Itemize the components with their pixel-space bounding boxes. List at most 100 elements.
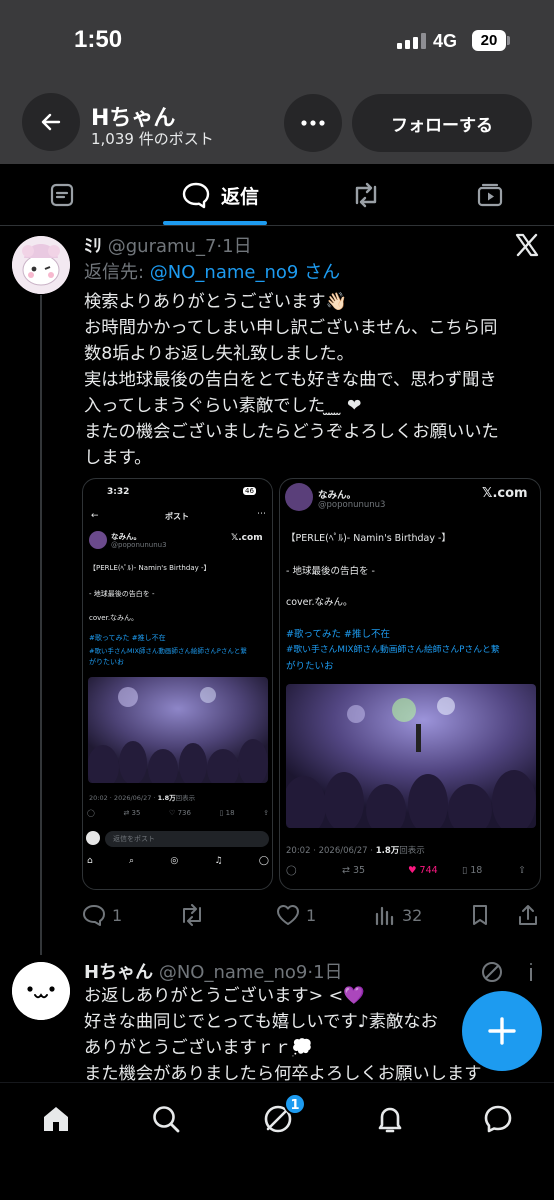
reply-bubble-icon <box>182 182 210 209</box>
like-button[interactable]: 1 <box>276 895 316 935</box>
mini-reply-icon: ◯ <box>87 809 95 817</box>
repost-button[interactable] <box>178 895 206 935</box>
status-time: 1:50 <box>74 26 123 53</box>
reply-icon <box>83 905 105 926</box>
status-bar: 1:50 4G 20 <box>0 0 554 80</box>
tab-media[interactable] <box>470 164 510 226</box>
mini-author-handle: @poponununu3 <box>111 541 167 549</box>
mini-meta-suffix: 回表示 <box>175 794 196 802</box>
x-logo-icon <box>514 232 540 262</box>
post-count: 1,039 件のポスト <box>91 130 214 148</box>
network-type: 4G <box>433 31 458 51</box>
mini-meta-views: 1.8万 <box>157 794 176 802</box>
card-line1: 【PERLE(ﾍﾟﾙ)- Namin's Birthday -】 <box>286 533 451 544</box>
message-bubble-icon <box>484 1105 512 1133</box>
thread-line <box>40 295 42 955</box>
post-time: ·1日 <box>216 236 252 257</box>
mini-tags3: がりたいお <box>89 658 124 666</box>
card-line2: - 地球最後の告白を - <box>286 566 375 577</box>
mini-line2: - 地球最後の告白を - <box>89 590 155 598</box>
views-button[interactable]: 32 <box>374 895 422 935</box>
mini-reply-avatar <box>86 831 100 845</box>
card-reply-icon: ◯ <box>286 865 297 876</box>
card-repost: ⇄ 35 <box>342 865 366 876</box>
card-tags3: がりたいお <box>286 661 334 672</box>
share-icon <box>519 905 537 925</box>
tab-replies[interactable]: 返信 <box>170 164 270 226</box>
mini-line1: 【PERLE(ﾍﾟﾙ)- Namin's Birthday -】 <box>89 564 211 572</box>
nav-search[interactable] <box>146 1099 186 1139</box>
reply-context: 返信先: @NO_name_no9 さん <box>84 258 340 284</box>
user-handle[interactable]: @NO_name_no9 <box>159 962 308 983</box>
mini-tags1: #歌ってみた #推し不在 <box>89 634 166 642</box>
analytics-icon <box>375 906 394 926</box>
nav-notifications[interactable] <box>370 1099 410 1139</box>
card-bookmark: ▯ 18 <box>462 865 483 876</box>
post-line: 実は地球最後の告白をとても好きな曲で、思わず聞き <box>84 370 497 390</box>
share-button[interactable] <box>517 895 539 935</box>
reply-button[interactable]: 1 <box>82 895 122 935</box>
card-tags2: #歌い手さんMIX師さん動画師さん絵師さんPさんと繋 <box>286 645 500 655</box>
post-line: します。 <box>84 448 152 468</box>
mini-share-icon: ⇪ <box>263 809 269 817</box>
follow-button[interactable]: フォローする <box>352 94 532 152</box>
repost-icon <box>355 182 377 208</box>
back-button[interactable] <box>22 93 80 151</box>
signal-icon <box>397 33 426 49</box>
heart-icon <box>277 905 299 925</box>
card-like: ♥ 744 <box>408 865 438 876</box>
avatar[interactable] <box>12 962 70 1020</box>
view-count: 32 <box>402 905 423 925</box>
mini-home-icon: ⌂ <box>87 856 93 866</box>
post-header: ﾐﾘ @guramu_7·1日 <box>84 232 252 258</box>
mini-tags2: #歌い手さんMIX師さん動画師さん絵師さんPさんと繋 <box>89 647 247 655</box>
user-handle[interactable]: @guramu_7 <box>108 236 217 257</box>
concert-photo <box>88 677 268 783</box>
more-icon <box>301 120 325 126</box>
card-meta: 20:02 · 2026/06/27 · 1.8万回表示 <box>286 844 425 856</box>
card-tags1: #歌ってみた #推し不在 <box>286 629 390 640</box>
bookmark-icon <box>473 905 487 925</box>
document-icon <box>50 183 74 207</box>
display-name[interactable]: Hちゃん <box>84 962 153 983</box>
card-meta-views: 1.8万 <box>375 846 400 856</box>
home-icon <box>44 1107 68 1131</box>
card-meta-date: 20:02 · 2026/06/27 · <box>286 846 376 856</box>
mini-back-icon: ← <box>91 511 99 521</box>
reply-prefix: 返信先: <box>84 262 150 283</box>
mini-reply-placeholder: 返信をポスト <box>113 835 155 843</box>
nav-messages[interactable] <box>478 1099 518 1139</box>
media-image-2[interactable]: なみん。 @poponununu3 𝕏.com 【PERLE(ﾍﾟﾙ)- Nam… <box>279 478 541 890</box>
post-line: 数8垢よりお返し失礼致しました。 <box>84 344 354 364</box>
tab-posts[interactable] <box>42 164 82 226</box>
mini-actions: ◯ ⇄ 35 ♡ 736 ▯ 18 ⇪ <box>87 809 269 817</box>
bell-icon <box>378 1107 402 1133</box>
mini-page-title: ポスト <box>165 512 189 521</box>
card-x-label: 𝕏.com <box>482 486 528 501</box>
reply-handle-link[interactable]: @NO_name_no9 <box>150 262 299 283</box>
card-share-icon: ⇪ <box>518 865 526 876</box>
card-meta-suffix: 回表示 <box>399 846 425 856</box>
battery-icon: 20 <box>472 30 506 51</box>
concert-photo <box>286 684 536 828</box>
card-author-name: なみん。 <box>318 490 357 501</box>
mini-message-icon: ◯ <box>258 856 269 866</box>
display-name[interactable]: ﾐﾘ <box>84 236 102 257</box>
search-icon <box>153 1106 180 1133</box>
card-avatar <box>285 483 313 511</box>
post-actions: 1 1 32 <box>0 895 554 935</box>
mini-line3: cover.なみん。 <box>89 614 139 622</box>
bookmark-button[interactable] <box>470 895 490 935</box>
compose-button[interactable] <box>462 991 542 1071</box>
mini-repost: ⇄ 35 <box>123 809 141 817</box>
battery-cap <box>507 36 510 45</box>
more-button[interactable] <box>284 94 342 152</box>
mini-bell-icon: ♫ <box>214 856 223 866</box>
mini-search-icon: ⌕ <box>129 856 135 866</box>
tab-reposts[interactable] <box>346 164 386 226</box>
card-author-handle: @poponununu3 <box>318 500 386 510</box>
media-image-1[interactable]: 3:32 46 ← ポスト ⋯ なみん。 @poponununu3 𝕏.com … <box>82 478 273 890</box>
arrow-left-icon <box>41 113 61 131</box>
avatar[interactable] <box>12 236 70 294</box>
nav-home[interactable] <box>36 1099 76 1139</box>
